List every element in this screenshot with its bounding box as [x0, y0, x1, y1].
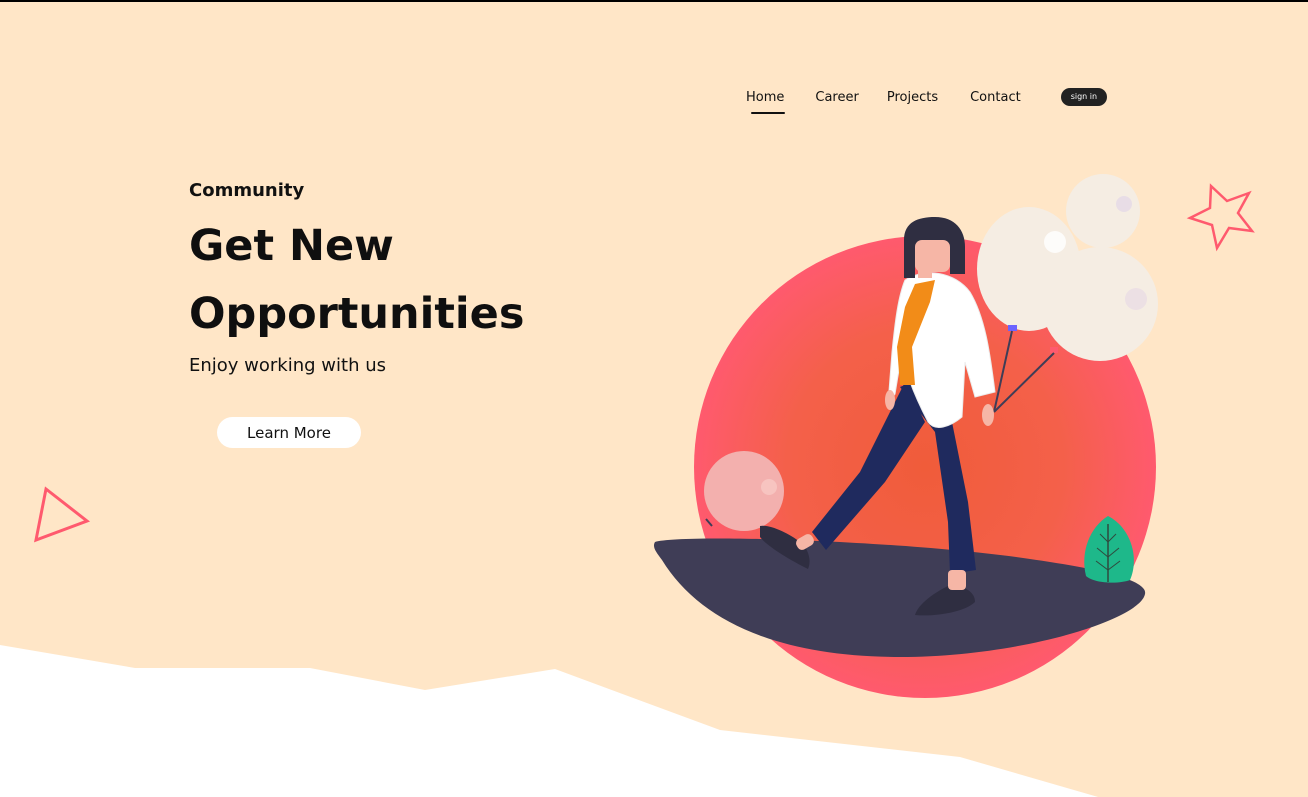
nav-item-label: Career	[815, 89, 859, 105]
landing-page: Home Career Projects Contact sign in Com…	[0, 0, 1308, 797]
nav-item-contact[interactable]: Contact	[970, 90, 1021, 105]
nav-item-career[interactable]: Career	[815, 90, 858, 105]
nav-item-projects[interactable]: Projects	[887, 90, 938, 105]
learn-more-button[interactable]: Learn More	[217, 417, 361, 448]
nav-item-home[interactable]: Home	[746, 89, 785, 114]
pink-balloon-icon	[704, 451, 784, 531]
main-nav: Home Career Projects Contact sign in	[746, 88, 1108, 114]
nav-item-label: Projects	[886, 89, 939, 105]
hero-kicker: Community	[189, 180, 305, 201]
active-indicator	[751, 111, 785, 114]
hero-title-line1: Get New	[189, 221, 394, 271]
hero-title: Get New Opportunities	[189, 212, 589, 348]
hero-title-line2: Opportunities	[189, 289, 525, 339]
background-art	[0, 2, 1308, 797]
nav-item-label: Contact	[970, 89, 1021, 105]
sign-in-button[interactable]: sign in	[1060, 88, 1108, 106]
hero-subtitle: Enjoy working with us	[189, 355, 386, 376]
nav-item-label: Home	[746, 89, 785, 105]
